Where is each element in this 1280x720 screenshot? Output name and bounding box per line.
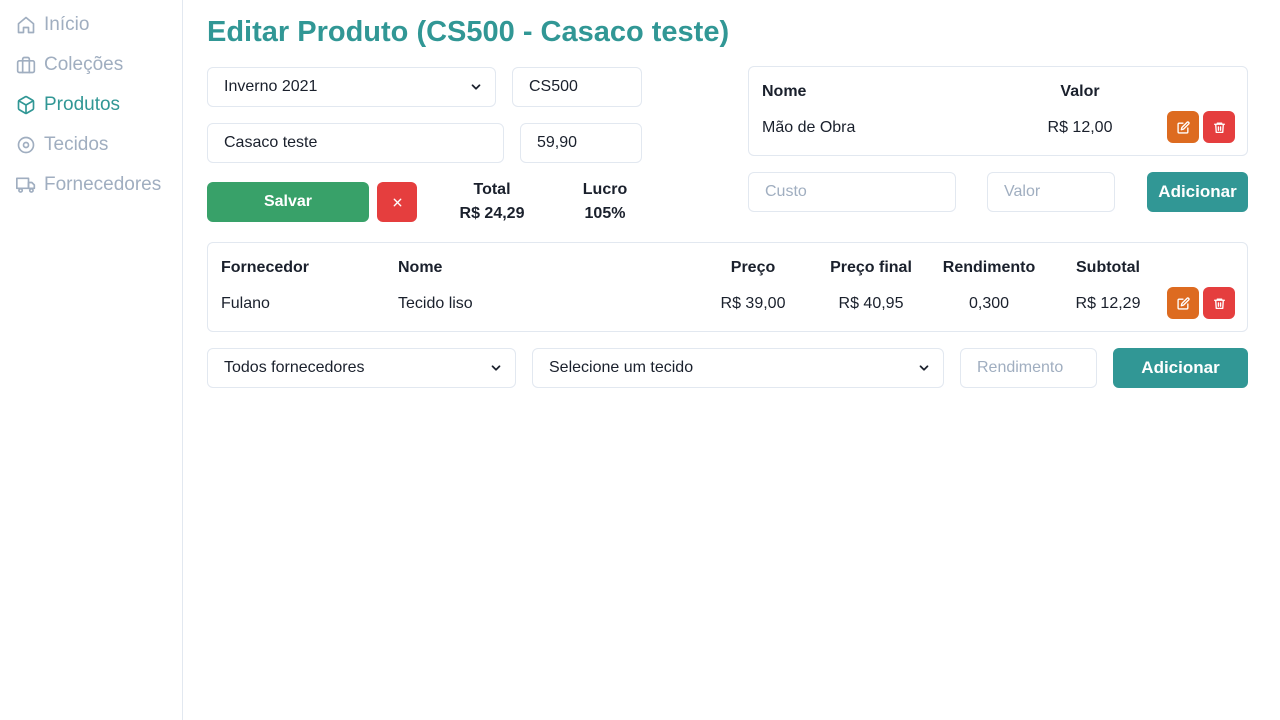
- trash-icon: [1213, 297, 1225, 309]
- total-label: Total: [473, 181, 511, 198]
- sidebar-item-label: Produtos: [44, 94, 121, 115]
- costs-header-value: Valor: [1060, 83, 1100, 100]
- fabric-select[interactable]: Selecione um tecido: [532, 348, 944, 388]
- profit-label: Lucro: [582, 181, 628, 198]
- cancel-button[interactable]: [377, 182, 417, 222]
- profit-value: 105%: [584, 205, 626, 222]
- fabrics-row-yield: 0,300: [968, 295, 1010, 312]
- box-icon: [17, 95, 35, 115]
- truck-icon: [16, 177, 36, 193]
- fabrics-header-supplier: Fornecedor: [221, 259, 310, 276]
- save-button[interactable]: Salvar: [207, 182, 369, 222]
- add-cost-button[interactable]: Adicionar: [1147, 172, 1248, 212]
- total-value: R$ 24,29: [459, 205, 525, 222]
- sidebar-item-tecidos[interactable]: Tecidos: [16, 134, 108, 156]
- trash-icon: [1213, 121, 1225, 133]
- add-fabric-button[interactable]: Adicionar: [1113, 348, 1248, 388]
- collection-select-value: Inverno 2021: [224, 78, 318, 95]
- sidebar-item-label: Início: [44, 14, 90, 35]
- briefcase-icon: [16, 56, 36, 74]
- supplier-select[interactable]: Todos fornecedores: [207, 348, 516, 388]
- sidebar-item-label: Fornecedores: [44, 174, 162, 195]
- costs-header-name: Nome: [762, 83, 807, 100]
- cost-name-input[interactable]: [748, 172, 956, 212]
- fabrics-table: Fornecedor Nome Preço Preço final Rendim…: [207, 242, 1248, 332]
- fabrics-header-subtotal: Subtotal: [1076, 259, 1140, 276]
- fabrics-row-price: R$ 39,00: [720, 295, 786, 312]
- fabrics-header-name: Nome: [398, 259, 443, 276]
- close-icon: [393, 198, 401, 206]
- fabrics-row-supplier: Fulano: [221, 295, 270, 312]
- yield-input[interactable]: [960, 348, 1097, 388]
- supplier-select-value: Todos fornecedores: [224, 359, 365, 376]
- page-title: Editar Produto (CS500 - Casaco teste): [207, 16, 730, 48]
- cost-value-input[interactable]: [987, 172, 1115, 212]
- chevron-down-icon: [919, 365, 929, 371]
- fabric-select-value: Selecione um tecido: [549, 359, 694, 376]
- sidebar-item-colecoes[interactable]: Coleções: [16, 54, 123, 76]
- fabrics-header-final-price: Preço final: [830, 259, 912, 276]
- fabrics-row-subtotal: R$ 12,29: [1075, 295, 1141, 312]
- collection-select[interactable]: Inverno 2021: [207, 67, 496, 107]
- home-icon: [17, 16, 35, 34]
- total-summary: Total R$ 24,29: [447, 178, 537, 226]
- delete-cost-button[interactable]: [1203, 111, 1235, 143]
- fabrics-header-price: Preço: [730, 259, 776, 276]
- product-price-input[interactable]: [520, 123, 642, 163]
- costs-table: Nome Valor Mão de Obra R$ 12,00: [748, 66, 1248, 156]
- costs-row-value: R$ 12,00: [1047, 119, 1113, 136]
- chevron-down-icon: [491, 365, 501, 371]
- sidebar-item-inicio[interactable]: Início: [16, 14, 89, 36]
- sidebar-item-label: Coleções: [44, 54, 124, 75]
- costs-row-name: Mão de Obra: [762, 119, 856, 136]
- fabrics-row-final-price: R$ 40,95: [838, 295, 904, 312]
- product-code-input[interactable]: [512, 67, 642, 107]
- edit-fabric-button[interactable]: [1167, 287, 1199, 319]
- profit-summary: Lucro 105%: [565, 178, 645, 226]
- fabrics-header-yield: Rendimento: [942, 259, 1036, 276]
- sidebar-item-label: Tecidos: [44, 134, 109, 155]
- product-name-input[interactable]: [207, 123, 504, 163]
- delete-fabric-button[interactable]: [1203, 287, 1235, 319]
- edit-icon: [1176, 296, 1190, 310]
- sidebar: Início Coleções Produtos Tecidos Fornece…: [0, 0, 183, 720]
- target-icon: [17, 136, 35, 154]
- sidebar-item-fornecedores[interactable]: Fornecedores: [16, 174, 161, 196]
- sidebar-item-produtos[interactable]: Produtos: [16, 94, 120, 116]
- chevron-down-icon: [471, 84, 481, 90]
- edit-icon: [1176, 120, 1190, 134]
- fabrics-row-name: Tecido liso: [398, 295, 473, 312]
- edit-cost-button[interactable]: [1167, 111, 1199, 143]
